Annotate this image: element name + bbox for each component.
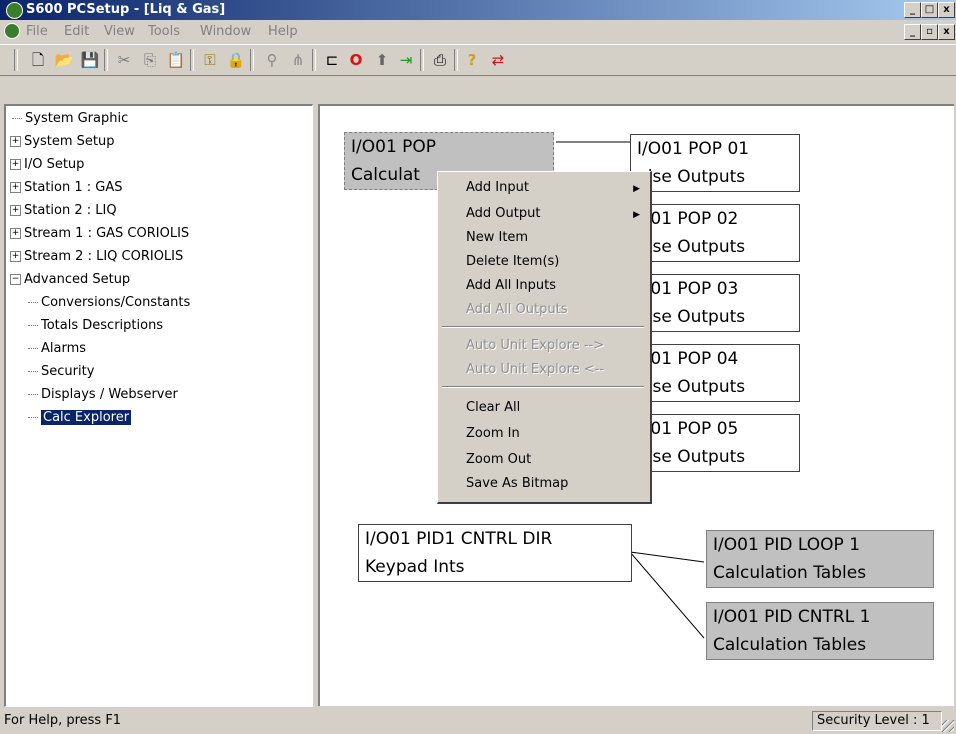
expand-icon[interactable]: +	[10, 159, 21, 170]
doc-close-button[interactable]: x	[938, 24, 955, 40]
menu-file[interactable]: File	[26, 24, 48, 39]
new-file-icon[interactable]: 🗋	[28, 50, 48, 70]
menu-separator	[442, 386, 644, 388]
tree-item-io-setup[interactable]: + I/O Setup	[10, 156, 84, 174]
document-icon[interactable]	[4, 23, 20, 39]
toolbar: 🗋 📂 💾 ✂ ⎘ 📋 ⚿ 🔒 ⚲ ⋔ ⊏ O ⬆ ⇥ ⎙ ? ⇄	[0, 44, 956, 76]
menu-tools[interactable]: Tools	[148, 24, 180, 39]
expand-icon[interactable]: +	[10, 228, 21, 239]
tree-item-security[interactable]: Security	[28, 363, 94, 381]
tree-item-alarms[interactable]: Alarms	[28, 340, 86, 358]
collapse-icon[interactable]: −	[10, 274, 21, 285]
expand-icon[interactable]: +	[10, 182, 21, 193]
tree-item-station-1[interactable]: + Station 1 : GAS	[10, 179, 122, 197]
status-help-text: For Help, press F1	[4, 713, 122, 728]
maximize-button[interactable]: □	[921, 2, 938, 18]
pop-output-box[interactable]: I/O01 POP 01 ulse Outputs	[630, 134, 800, 192]
pop-output-box[interactable]: O01 POP 04 ulse Outputs	[630, 344, 800, 402]
menu-edit[interactable]: Edit	[64, 24, 89, 39]
open-folder-icon[interactable]: 📂	[54, 50, 74, 70]
menu-delete-items[interactable]: Delete Item(s)	[466, 252, 559, 272]
tree-item-displays-webserver[interactable]: Displays / Webserver	[28, 386, 178, 404]
menu-view[interactable]: View	[104, 24, 135, 39]
pop-output-box[interactable]: O01 POP 02 ulse Outputs	[630, 204, 800, 262]
stop-icon[interactable]: O	[346, 50, 366, 70]
menu-add-all-outputs: Add All Outputs	[466, 302, 568, 317]
expand-icon[interactable]: +	[10, 205, 21, 216]
status-bar: For Help, press F1 Security Level : 1	[0, 708, 956, 734]
doc-restore-button[interactable]: ▫	[921, 24, 938, 40]
print-icon[interactable]: ⎙	[430, 50, 450, 70]
menu-window[interactable]: Window	[200, 24, 251, 39]
submenu-arrow-icon: ▶	[633, 210, 640, 220]
menu-zoom-out[interactable]: Zoom Out	[466, 450, 531, 470]
copy-icon[interactable]: ⎘	[140, 50, 160, 70]
menu-help[interactable]: Help	[268, 24, 298, 39]
pid-source-box[interactable]: I/O01 PID1 CNTRL DIR Keypad Ints	[358, 524, 632, 582]
tree-item-stream-1[interactable]: + Stream 1 : GAS CORIOLIS	[10, 225, 189, 243]
menu-bar: File Edit View Tools Window Help _ ▫ x	[0, 21, 956, 43]
title-bar: S600 PCSetup - [Liq & Gas] _ □ x	[0, 0, 956, 20]
menu-auto-explore-forward: Auto Unit Explore -->	[466, 338, 605, 353]
link-icon[interactable]: ⇥	[396, 50, 416, 70]
pid-loop-box[interactable]: I/O01 PID LOOP 1 Calculation Tables	[706, 530, 934, 588]
menu-add-all-inputs[interactable]: Add All Inputs	[466, 276, 556, 296]
tree-item-system-graphic[interactable]: System Graphic	[12, 110, 128, 128]
close-button[interactable]: x	[938, 2, 955, 18]
lock-icon[interactable]: 🔒	[226, 50, 246, 70]
app-icon	[6, 2, 23, 19]
tree-item-conversions[interactable]: Conversions/Constants	[28, 294, 190, 312]
pin-icon[interactable]: ⬆	[372, 50, 392, 70]
context-menu: Add Input ▶ Add Output ▶ New Item Delete…	[437, 171, 652, 504]
cut-icon[interactable]: ✂	[114, 50, 134, 70]
menu-add-input[interactable]: Add Input	[466, 178, 529, 198]
connect-icon[interactable]: ⊏	[322, 50, 342, 70]
save-icon[interactable]: 💾	[80, 50, 100, 70]
tree-item-station-2[interactable]: + Station 2 : LIQ	[10, 202, 117, 220]
resize-grip-icon[interactable]	[942, 720, 954, 732]
menu-zoom-in[interactable]: Zoom In	[466, 424, 520, 444]
explore-icon[interactable]: ⚲	[262, 50, 282, 70]
expand-icon[interactable]: +	[10, 251, 21, 262]
key-icon[interactable]: ⚿	[200, 50, 220, 70]
tree-item-system-setup[interactable]: + System Setup	[10, 133, 114, 151]
tree-item-calc-explorer[interactable]: Calc Explorer	[28, 409, 132, 427]
menu-add-output[interactable]: Add Output	[466, 204, 540, 224]
tree-item-advanced-setup[interactable]: − Advanced Setup	[10, 271, 130, 289]
window-title: S600 PCSetup - [Liq & Gas]	[26, 2, 226, 17]
help-icon[interactable]: ?	[462, 50, 482, 70]
tree-icon[interactable]: ⋔	[288, 50, 308, 70]
pop-output-box[interactable]: O01 POP 03 ulse Outputs	[630, 274, 800, 332]
menu-new-item[interactable]: New Item	[466, 228, 528, 248]
arrows-icon[interactable]: ⇄	[488, 50, 508, 70]
tree-panel[interactable]: System Graphic + System Setup + I/O Setup …	[4, 104, 313, 707]
expand-icon[interactable]: +	[10, 136, 21, 147]
tree-item-totals-descriptions[interactable]: Totals Descriptions	[28, 317, 163, 335]
security-level: Security Level : 1	[812, 711, 942, 731]
paste-icon[interactable]: 📋	[166, 50, 186, 70]
menu-clear-all[interactable]: Clear All	[466, 398, 520, 418]
menu-auto-explore-back: Auto Unit Explore <--	[466, 362, 605, 377]
pop-output-box[interactable]: O01 POP 05 ulse Outputs	[630, 414, 800, 472]
pid-cntrl-box[interactable]: I/O01 PID CNTRL 1 Calculation Tables	[706, 602, 934, 660]
submenu-arrow-icon: ▶	[633, 184, 640, 194]
minimize-button[interactable]: _	[904, 2, 921, 18]
doc-minimize-button[interactable]: _	[904, 24, 921, 40]
menu-separator	[442, 326, 644, 328]
tree-item-stream-2[interactable]: + Stream 2 : LIQ CORIOLIS	[10, 248, 183, 266]
menu-save-as-bitmap[interactable]: Save As Bitmap	[466, 474, 568, 494]
